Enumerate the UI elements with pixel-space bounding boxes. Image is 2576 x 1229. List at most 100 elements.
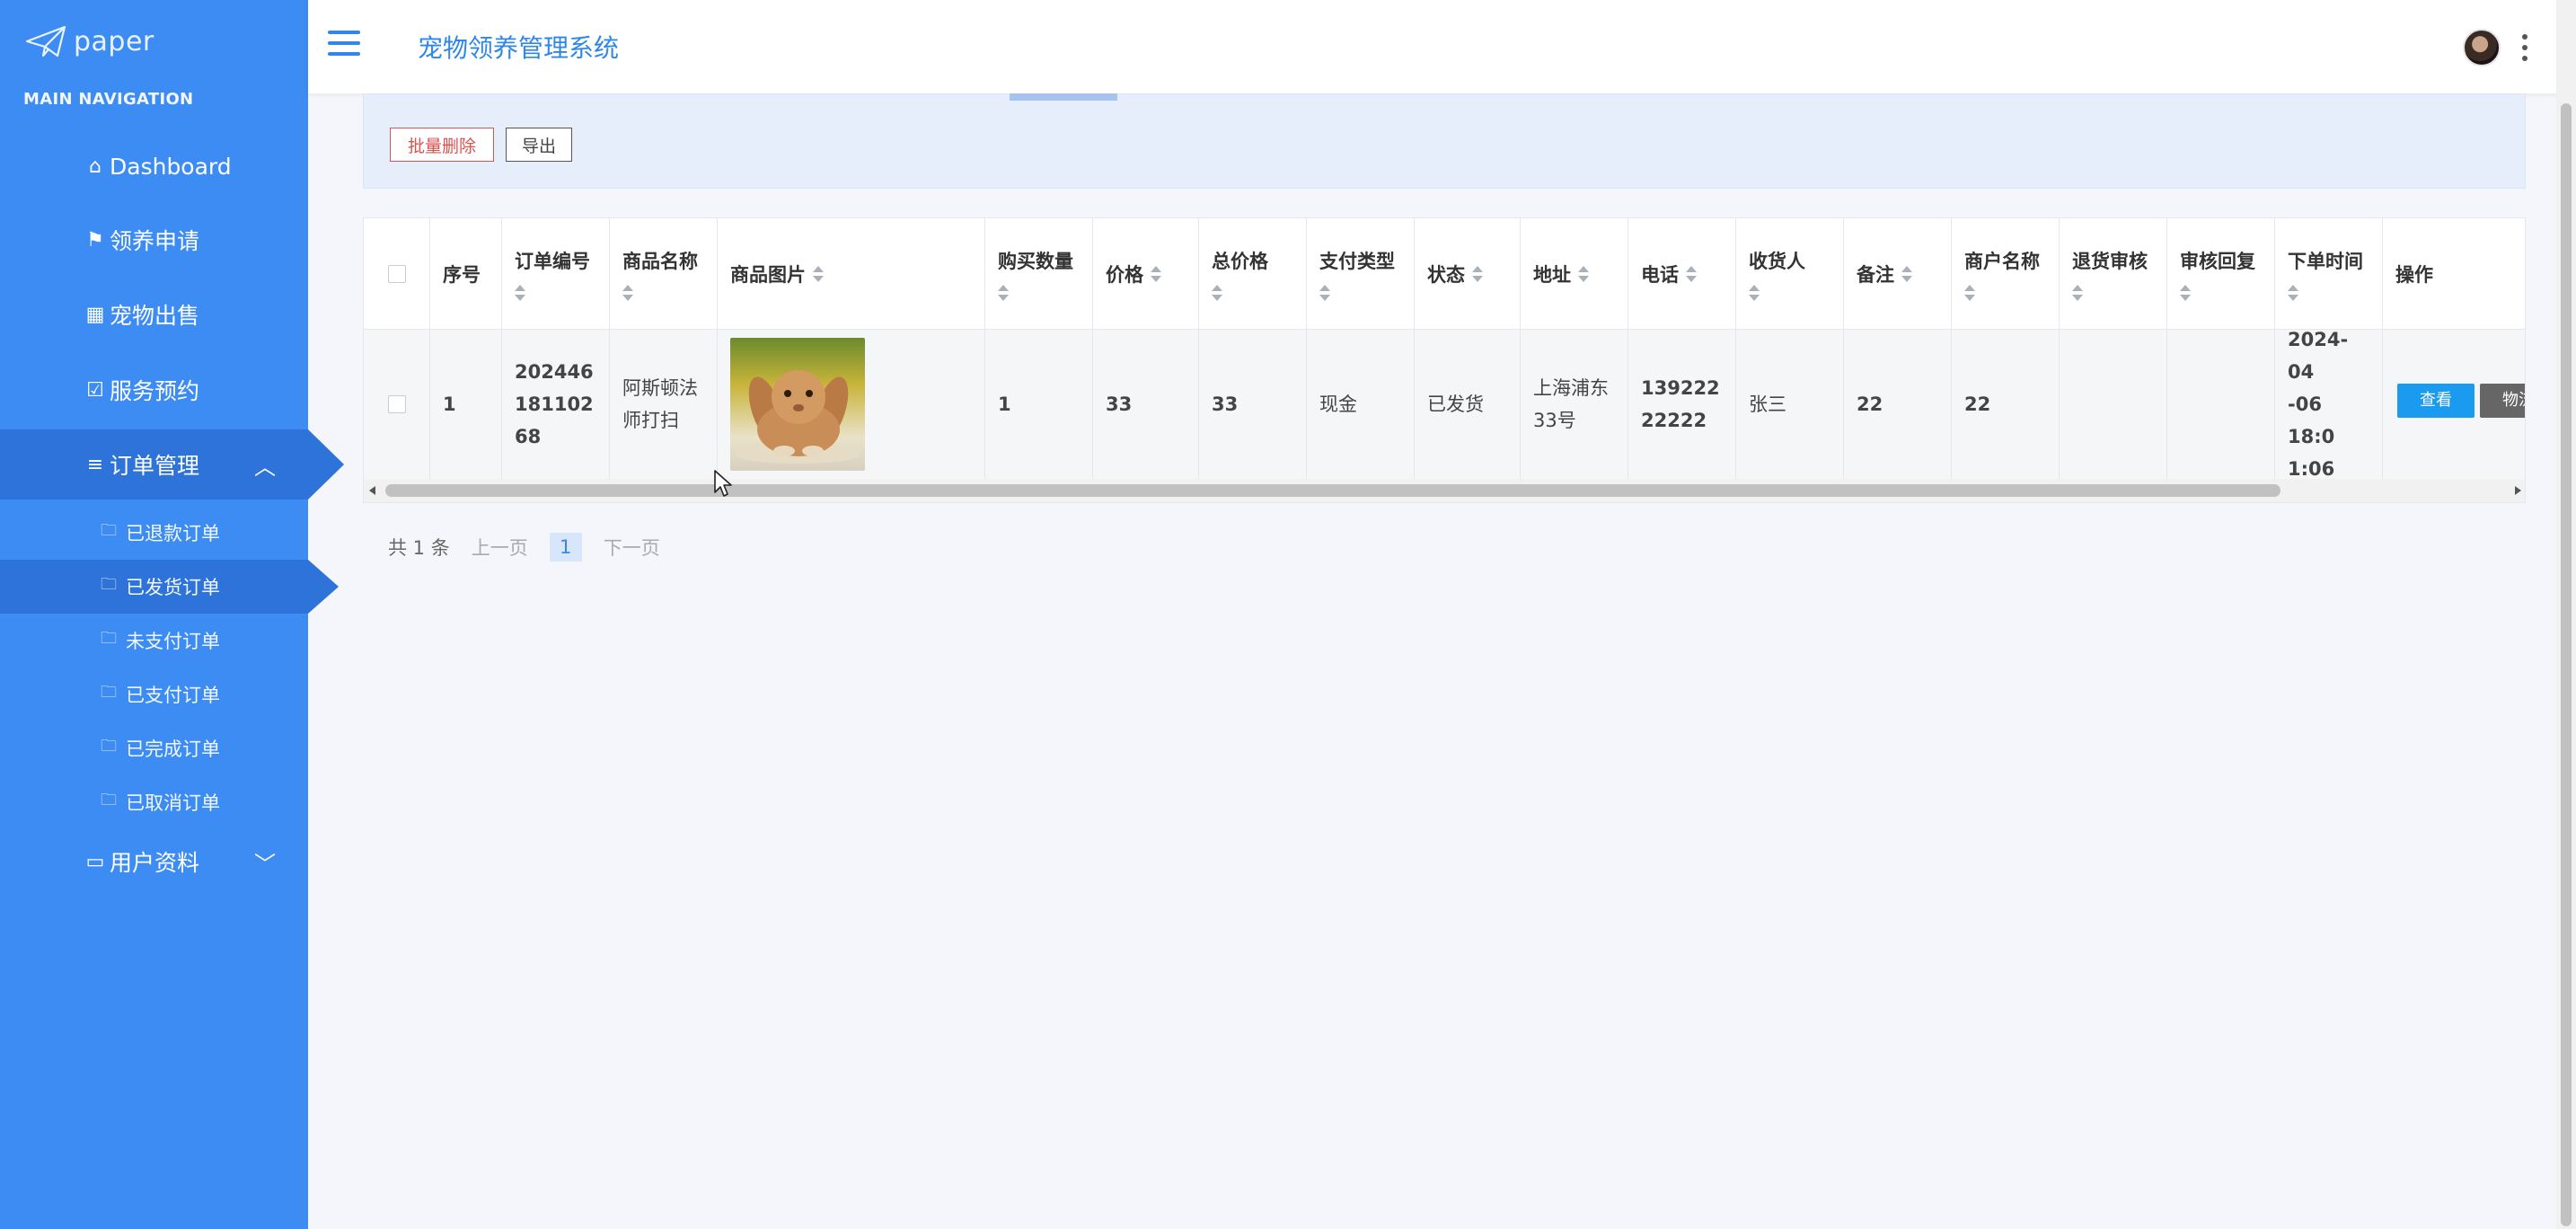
cell-review-reply bbox=[2167, 330, 2275, 479]
scroll-left-icon[interactable] bbox=[369, 486, 375, 495]
app-title: 宠物领养管理系统 bbox=[418, 33, 620, 63]
sort-icon[interactable] bbox=[622, 284, 633, 301]
menu-toggle-icon[interactable] bbox=[328, 31, 360, 57]
sort-icon[interactable] bbox=[1472, 265, 1483, 282]
table-horizontal-scrollbar[interactable] bbox=[364, 479, 2525, 502]
view-button[interactable]: 查看 bbox=[2397, 384, 2475, 418]
flag-icon: ⚑ bbox=[86, 228, 104, 252]
cell-actions: 查看 物流 bbox=[2383, 330, 2525, 479]
sidebar-subitem-label: 已退款订单 bbox=[126, 523, 220, 544]
cell-address: 上海浦东 33号 bbox=[1521, 330, 1628, 479]
folder-icon: 🗀 bbox=[101, 737, 117, 756]
sidebar-item-pet-sale[interactable]: ▦ 宠物出售 bbox=[0, 279, 308, 349]
top-bar: 宠物领养管理系统 bbox=[308, 0, 2576, 93]
col-index[interactable]: 序号 bbox=[430, 218, 502, 329]
pager-next[interactable]: 下一页 bbox=[604, 534, 660, 561]
col-product-name[interactable]: 商品名称 bbox=[610, 218, 718, 329]
sidebar-item-service[interactable]: ☑ 服务预约 bbox=[0, 355, 308, 425]
sort-icon[interactable] bbox=[1749, 284, 1760, 301]
cell-phone: 139222 22222 bbox=[1628, 330, 1736, 479]
sidebar-subitem-label: 已支付订单 bbox=[126, 685, 220, 706]
sidebar-item-label: 订单管理 bbox=[110, 453, 200, 479]
card-icon: ▭ bbox=[85, 850, 105, 873]
sort-icon[interactable] bbox=[1901, 265, 1912, 282]
sort-icon[interactable] bbox=[2180, 284, 2191, 301]
table-header: 序号 订单编号 商品名称 商品图片 购买数量 价格 总价格 支付类型 状态 地址… bbox=[364, 218, 2525, 330]
col-review-reply[interactable]: 审核回复 bbox=[2167, 218, 2275, 329]
sort-icon[interactable] bbox=[998, 284, 1009, 301]
sidebar: paper MAIN NAVIGATION ⌂ Dashboard ⚑ 领养申请… bbox=[0, 0, 344, 1229]
scrollbar-thumb[interactable] bbox=[385, 484, 2280, 497]
col-receiver[interactable]: 收货人 bbox=[1736, 218, 1844, 329]
list-icon: ≡ bbox=[86, 453, 104, 476]
pager-total: 共 1 条 bbox=[388, 537, 450, 559]
col-price[interactable]: 价格 bbox=[1093, 218, 1199, 329]
pagination: 共 1 条 上一页 1 下一页 bbox=[388, 532, 660, 562]
chevron-up-icon: ︿ bbox=[254, 454, 276, 480]
sidebar-item-label: 用户资料 bbox=[110, 850, 200, 876]
sort-icon[interactable] bbox=[1151, 265, 1161, 282]
col-order-no[interactable]: 订单编号 bbox=[502, 218, 610, 329]
folder-icon: 🗀 bbox=[101, 521, 117, 540]
sidebar-item-dashboard[interactable]: ⌂ Dashboard bbox=[0, 131, 308, 201]
page-scrollbar[interactable] bbox=[2556, 0, 2576, 1229]
pager-page-1[interactable]: 1 bbox=[549, 533, 582, 561]
sidebar-subitem-refunded[interactable]: 🗀 已退款订单 bbox=[0, 506, 308, 560]
col-remark[interactable]: 备注 bbox=[1844, 218, 1952, 329]
check-square-icon: ☑ bbox=[86, 378, 104, 402]
col-product-image[interactable]: 商品图片 bbox=[718, 218, 985, 329]
sidebar-item-user-profile[interactable]: ▭ 用户资料 ﹀ bbox=[0, 827, 308, 897]
folder-icon: 🗀 bbox=[101, 791, 117, 809]
sidebar-subitem-unpaid[interactable]: 🗀 未支付订单 bbox=[0, 614, 308, 668]
sidebar-subitem-cancelled[interactable]: 🗀 已取消订单 bbox=[0, 775, 308, 829]
orders-table: 序号 订单编号 商品名称 商品图片 购买数量 价格 总价格 支付类型 状态 地址… bbox=[363, 217, 2526, 503]
more-vertical-icon[interactable] bbox=[2522, 34, 2529, 61]
product-image-rabbit[interactable] bbox=[730, 338, 865, 471]
col-quantity[interactable]: 购买数量 bbox=[985, 218, 1093, 329]
sort-icon[interactable] bbox=[1212, 284, 1222, 301]
sort-icon[interactable] bbox=[1319, 284, 1330, 301]
logistics-button[interactable]: 物流 bbox=[2480, 384, 2525, 418]
sort-icon[interactable] bbox=[813, 265, 824, 282]
col-phone[interactable]: 电话 bbox=[1628, 218, 1736, 329]
sidebar-subitem-paid[interactable]: 🗀 已支付订单 bbox=[0, 668, 308, 721]
folder-icon: 🗀 bbox=[101, 575, 117, 594]
sort-icon[interactable] bbox=[2288, 284, 2298, 301]
select-all-checkbox[interactable] bbox=[387, 264, 406, 283]
col-total[interactable]: 总价格 bbox=[1199, 218, 1307, 329]
nav-header: MAIN NAVIGATION bbox=[23, 90, 194, 109]
sort-icon[interactable] bbox=[1964, 284, 1975, 301]
cell-total: 33 bbox=[1199, 330, 1307, 479]
cell-order-no: 202446 181102 68 bbox=[502, 330, 610, 479]
sort-icon[interactable] bbox=[1578, 265, 1589, 282]
brand-logo[interactable]: paper bbox=[25, 16, 154, 66]
sidebar-item-adoption[interactable]: ⚑ 领养申请 bbox=[0, 205, 308, 275]
col-address[interactable]: 地址 bbox=[1521, 218, 1628, 329]
col-pay-type[interactable]: 支付类型 bbox=[1307, 218, 1415, 329]
pager-prev[interactable]: 上一页 bbox=[472, 534, 528, 561]
scroll-right-icon[interactable] bbox=[2515, 486, 2521, 495]
cell-product-image bbox=[718, 330, 985, 479]
row-checkbox[interactable] bbox=[387, 395, 406, 413]
sidebar-subitem-shipped[interactable]: 🗀 已发货订单 bbox=[0, 560, 339, 614]
paper-plane-icon bbox=[25, 25, 66, 57]
col-actions: 操作 bbox=[2395, 263, 2433, 286]
folder-icon: 🗀 bbox=[101, 683, 117, 702]
avatar[interactable] bbox=[2463, 29, 2501, 66]
sidebar-item-orders[interactable]: ≡ 订单管理 ︿ bbox=[0, 429, 344, 500]
sidebar-subitem-label: 未支付订单 bbox=[126, 631, 220, 652]
sidebar-subitem-completed[interactable]: 🗀 已完成订单 bbox=[0, 721, 308, 775]
rabbit-illustration bbox=[735, 370, 860, 464]
export-button[interactable]: 导出 bbox=[506, 128, 572, 162]
select-all-cell bbox=[364, 218, 430, 329]
col-merchant[interactable]: 商户名称 bbox=[1952, 218, 2060, 329]
col-return-review[interactable]: 退货审核 bbox=[2060, 218, 2167, 329]
batch-delete-button[interactable]: 批量删除 bbox=[390, 128, 494, 162]
col-status[interactable]: 状态 bbox=[1415, 218, 1521, 329]
col-order-time[interactable]: 下单时间 bbox=[2275, 218, 2383, 329]
scrollbar-thumb[interactable] bbox=[2561, 103, 2572, 1226]
sort-icon[interactable] bbox=[515, 284, 525, 301]
sidebar-subitem-label: 已完成订单 bbox=[126, 738, 220, 760]
sort-icon[interactable] bbox=[1686, 265, 1697, 282]
sort-icon[interactable] bbox=[2072, 284, 2083, 301]
